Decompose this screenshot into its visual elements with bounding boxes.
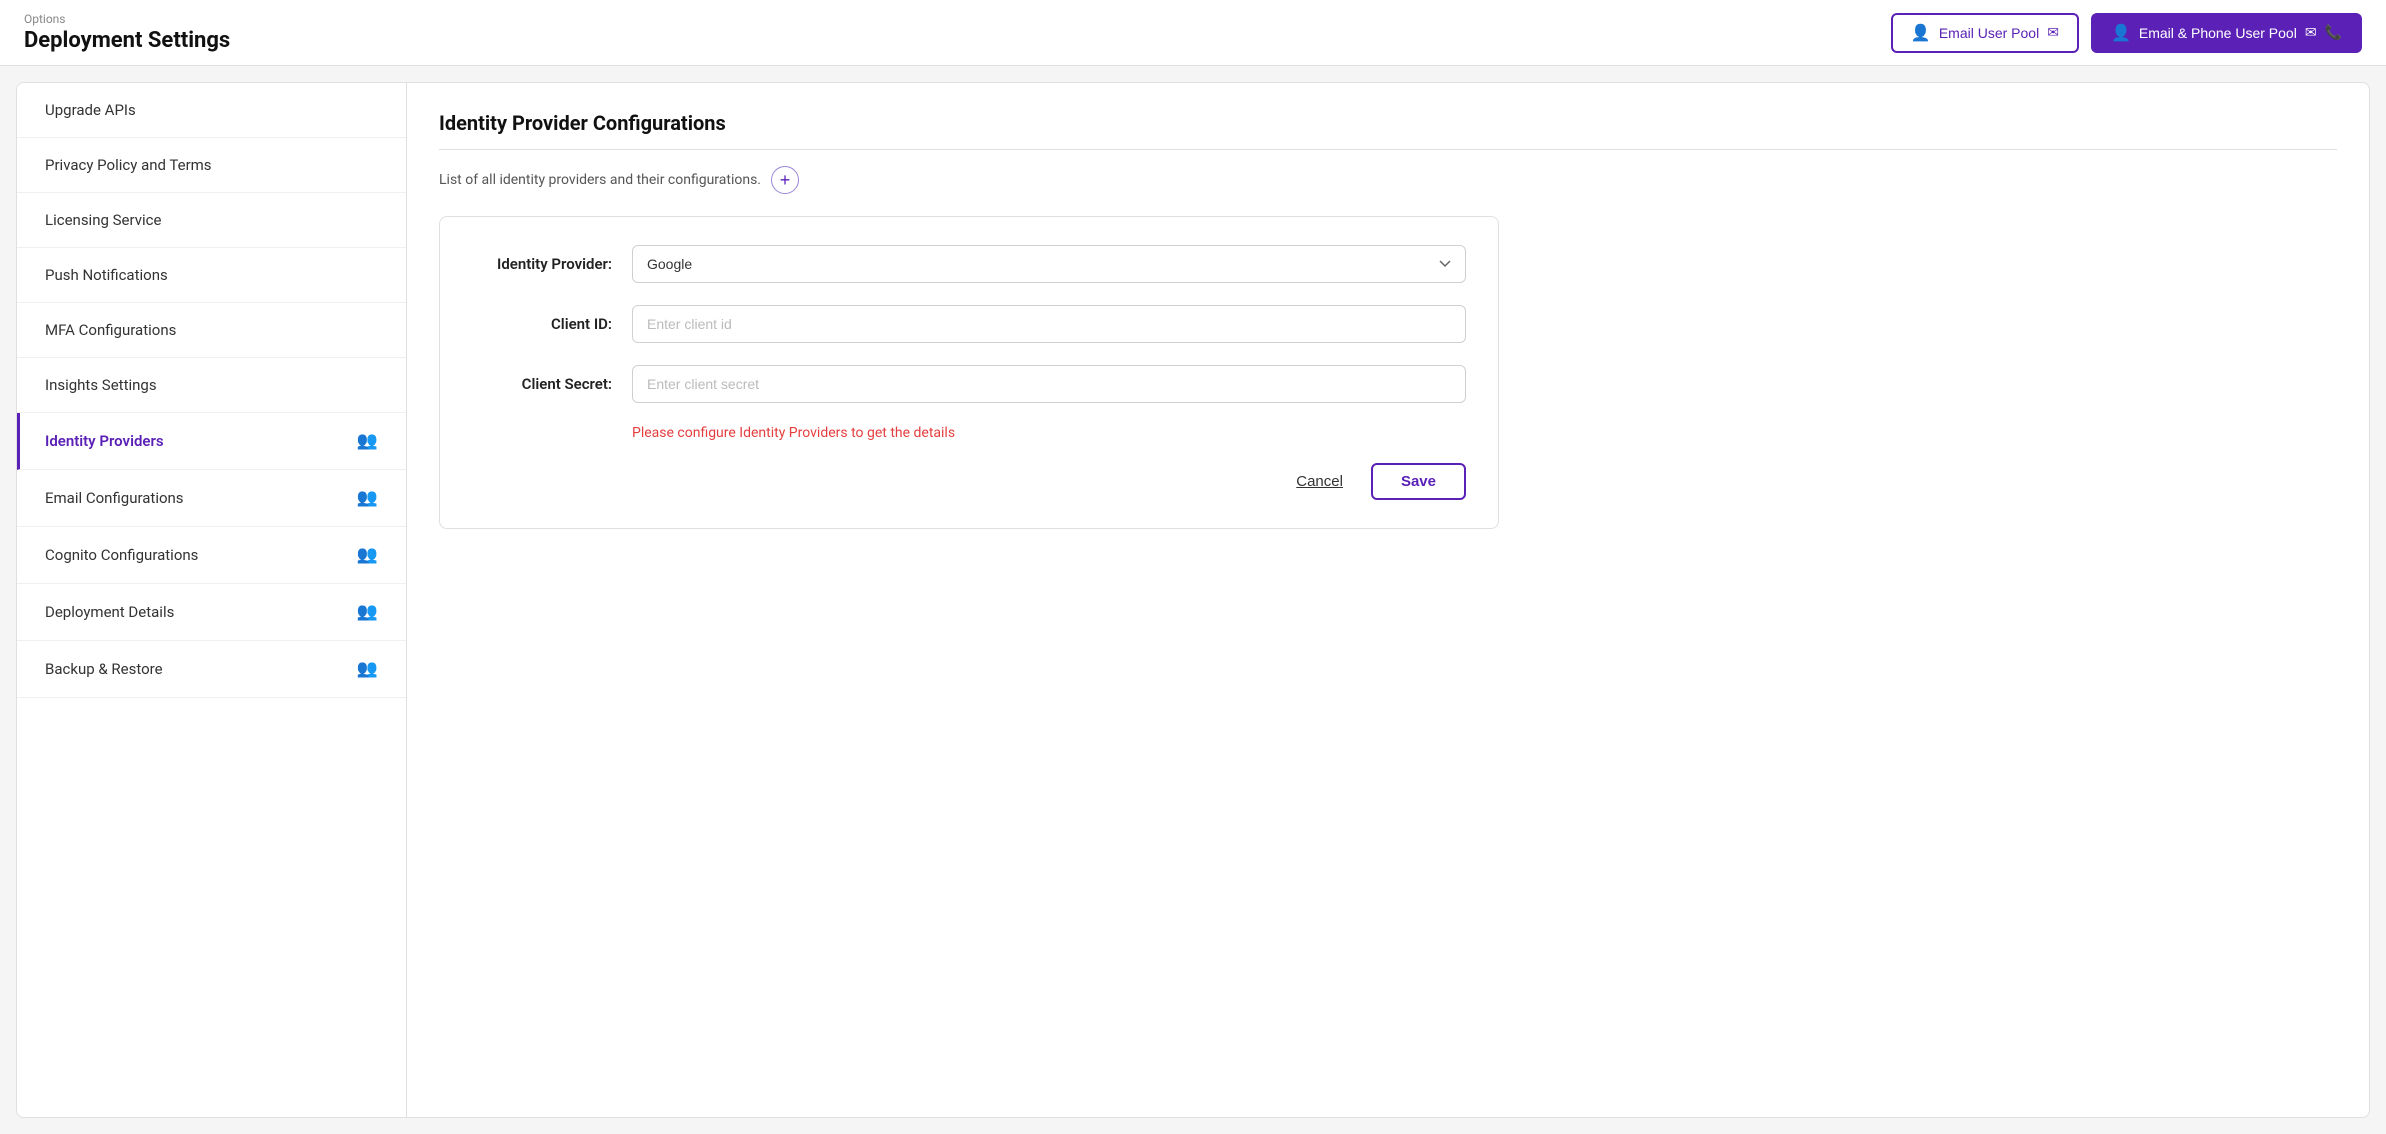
sidebar-label-cognito-configurations: Cognito Configurations [45,546,198,564]
sidebar-label-backup-restore: Backup & Restore [45,660,163,678]
email-pool-label: Email User Pool [1939,25,2039,41]
client-id-input[interactable] [632,305,1466,343]
sidebar-label-insights-settings: Insights Settings [45,376,157,394]
sidebar-item-privacy-policy[interactable]: Privacy Policy and Terms [17,138,406,193]
identity-provider-select[interactable]: Google Facebook Apple Microsoft [632,245,1466,283]
client-secret-label: Client Secret: [472,375,612,393]
cancel-button[interactable]: Cancel [1280,465,1359,498]
identity-provider-label: Identity Provider: [472,255,612,273]
sidebar-label-licensing-service: Licensing Service [45,211,161,229]
sidebar-label-privacy-policy: Privacy Policy and Terms [45,156,212,174]
sidebar-label-email-configurations: Email Configurations [45,489,184,507]
email-icon: ✉ [2047,24,2059,41]
sidebar-item-insights-settings[interactable]: Insights Settings [17,358,406,413]
sidebar-label-mfa-configurations: MFA Configurations [45,321,176,339]
error-message: Please configure Identity Providers to g… [632,425,1466,441]
identity-providers-icon: 👥 [357,431,378,451]
sidebar-item-mfa-configurations[interactable]: MFA Configurations [17,303,406,358]
sidebar-item-cognito-configurations[interactable]: Cognito Configurations 👥 [17,527,406,584]
sidebar-item-upgrade-apis[interactable]: Upgrade APIs [17,83,406,138]
sidebar-label-push-notifications: Push Notifications [45,266,168,284]
subtitle-row: List of all identity providers and their… [439,166,2337,194]
sidebar-label-deployment-details: Deployment Details [45,603,174,621]
header: Options Deployment Settings 👤 Email User… [0,0,2386,66]
content-area: Identity Provider Configurations List of… [407,83,2369,1117]
form-actions: Cancel Save [472,463,1466,500]
user-icon-2: 👤 [2111,23,2131,43]
client-id-row: Client ID: [472,305,1466,343]
deployment-details-icon: 👥 [357,602,378,622]
content-title: Identity Provider Configurations [439,111,2337,150]
client-secret-input[interactable] [632,365,1466,403]
sidebar-item-email-configurations[interactable]: Email Configurations 👥 [17,470,406,527]
sidebar-item-identity-providers[interactable]: Identity Providers 👥 [17,413,406,470]
add-provider-button[interactable]: + [771,166,799,194]
options-label: Options [24,12,230,26]
sidebar: Upgrade APIs Privacy Policy and Terms Li… [17,83,407,1117]
email-icon-2: ✉ [2305,24,2317,41]
cognito-configurations-icon: 👥 [357,545,378,565]
add-icon: + [780,171,791,189]
identity-provider-form: Identity Provider: Google Facebook Apple… [439,216,1499,529]
email-phone-pool-label: Email & Phone User Pool [2139,25,2297,41]
subtitle-text: List of all identity providers and their… [439,172,761,188]
identity-provider-row: Identity Provider: Google Facebook Apple… [472,245,1466,283]
user-icon: 👤 [1911,23,1931,43]
client-id-label: Client ID: [472,315,612,333]
save-button[interactable]: Save [1371,463,1466,500]
email-phone-user-pool-button[interactable]: 👤 Email & Phone User Pool ✉ 📞 [2091,13,2362,53]
main-layout: Upgrade APIs Privacy Policy and Terms Li… [16,82,2370,1118]
sidebar-label-identity-providers: Identity Providers [45,432,164,450]
page-title: Deployment Settings [24,28,230,53]
sidebar-label-upgrade-apis: Upgrade APIs [45,101,136,119]
email-configurations-icon: 👥 [357,488,378,508]
email-user-pool-button[interactable]: 👤 Email User Pool ✉ [1891,13,2079,53]
sidebar-item-backup-restore[interactable]: Backup & Restore 👥 [17,641,406,698]
sidebar-item-deployment-details[interactable]: Deployment Details 👥 [17,584,406,641]
sidebar-item-push-notifications[interactable]: Push Notifications [17,248,406,303]
header-right: 👤 Email User Pool ✉ 👤 Email & Phone User… [1891,13,2362,53]
sidebar-item-licensing-service[interactable]: Licensing Service [17,193,406,248]
client-secret-row: Client Secret: [472,365,1466,403]
backup-restore-icon: 👥 [357,659,378,679]
header-left: Options Deployment Settings [24,12,230,53]
phone-icon: 📞 [2325,24,2342,41]
